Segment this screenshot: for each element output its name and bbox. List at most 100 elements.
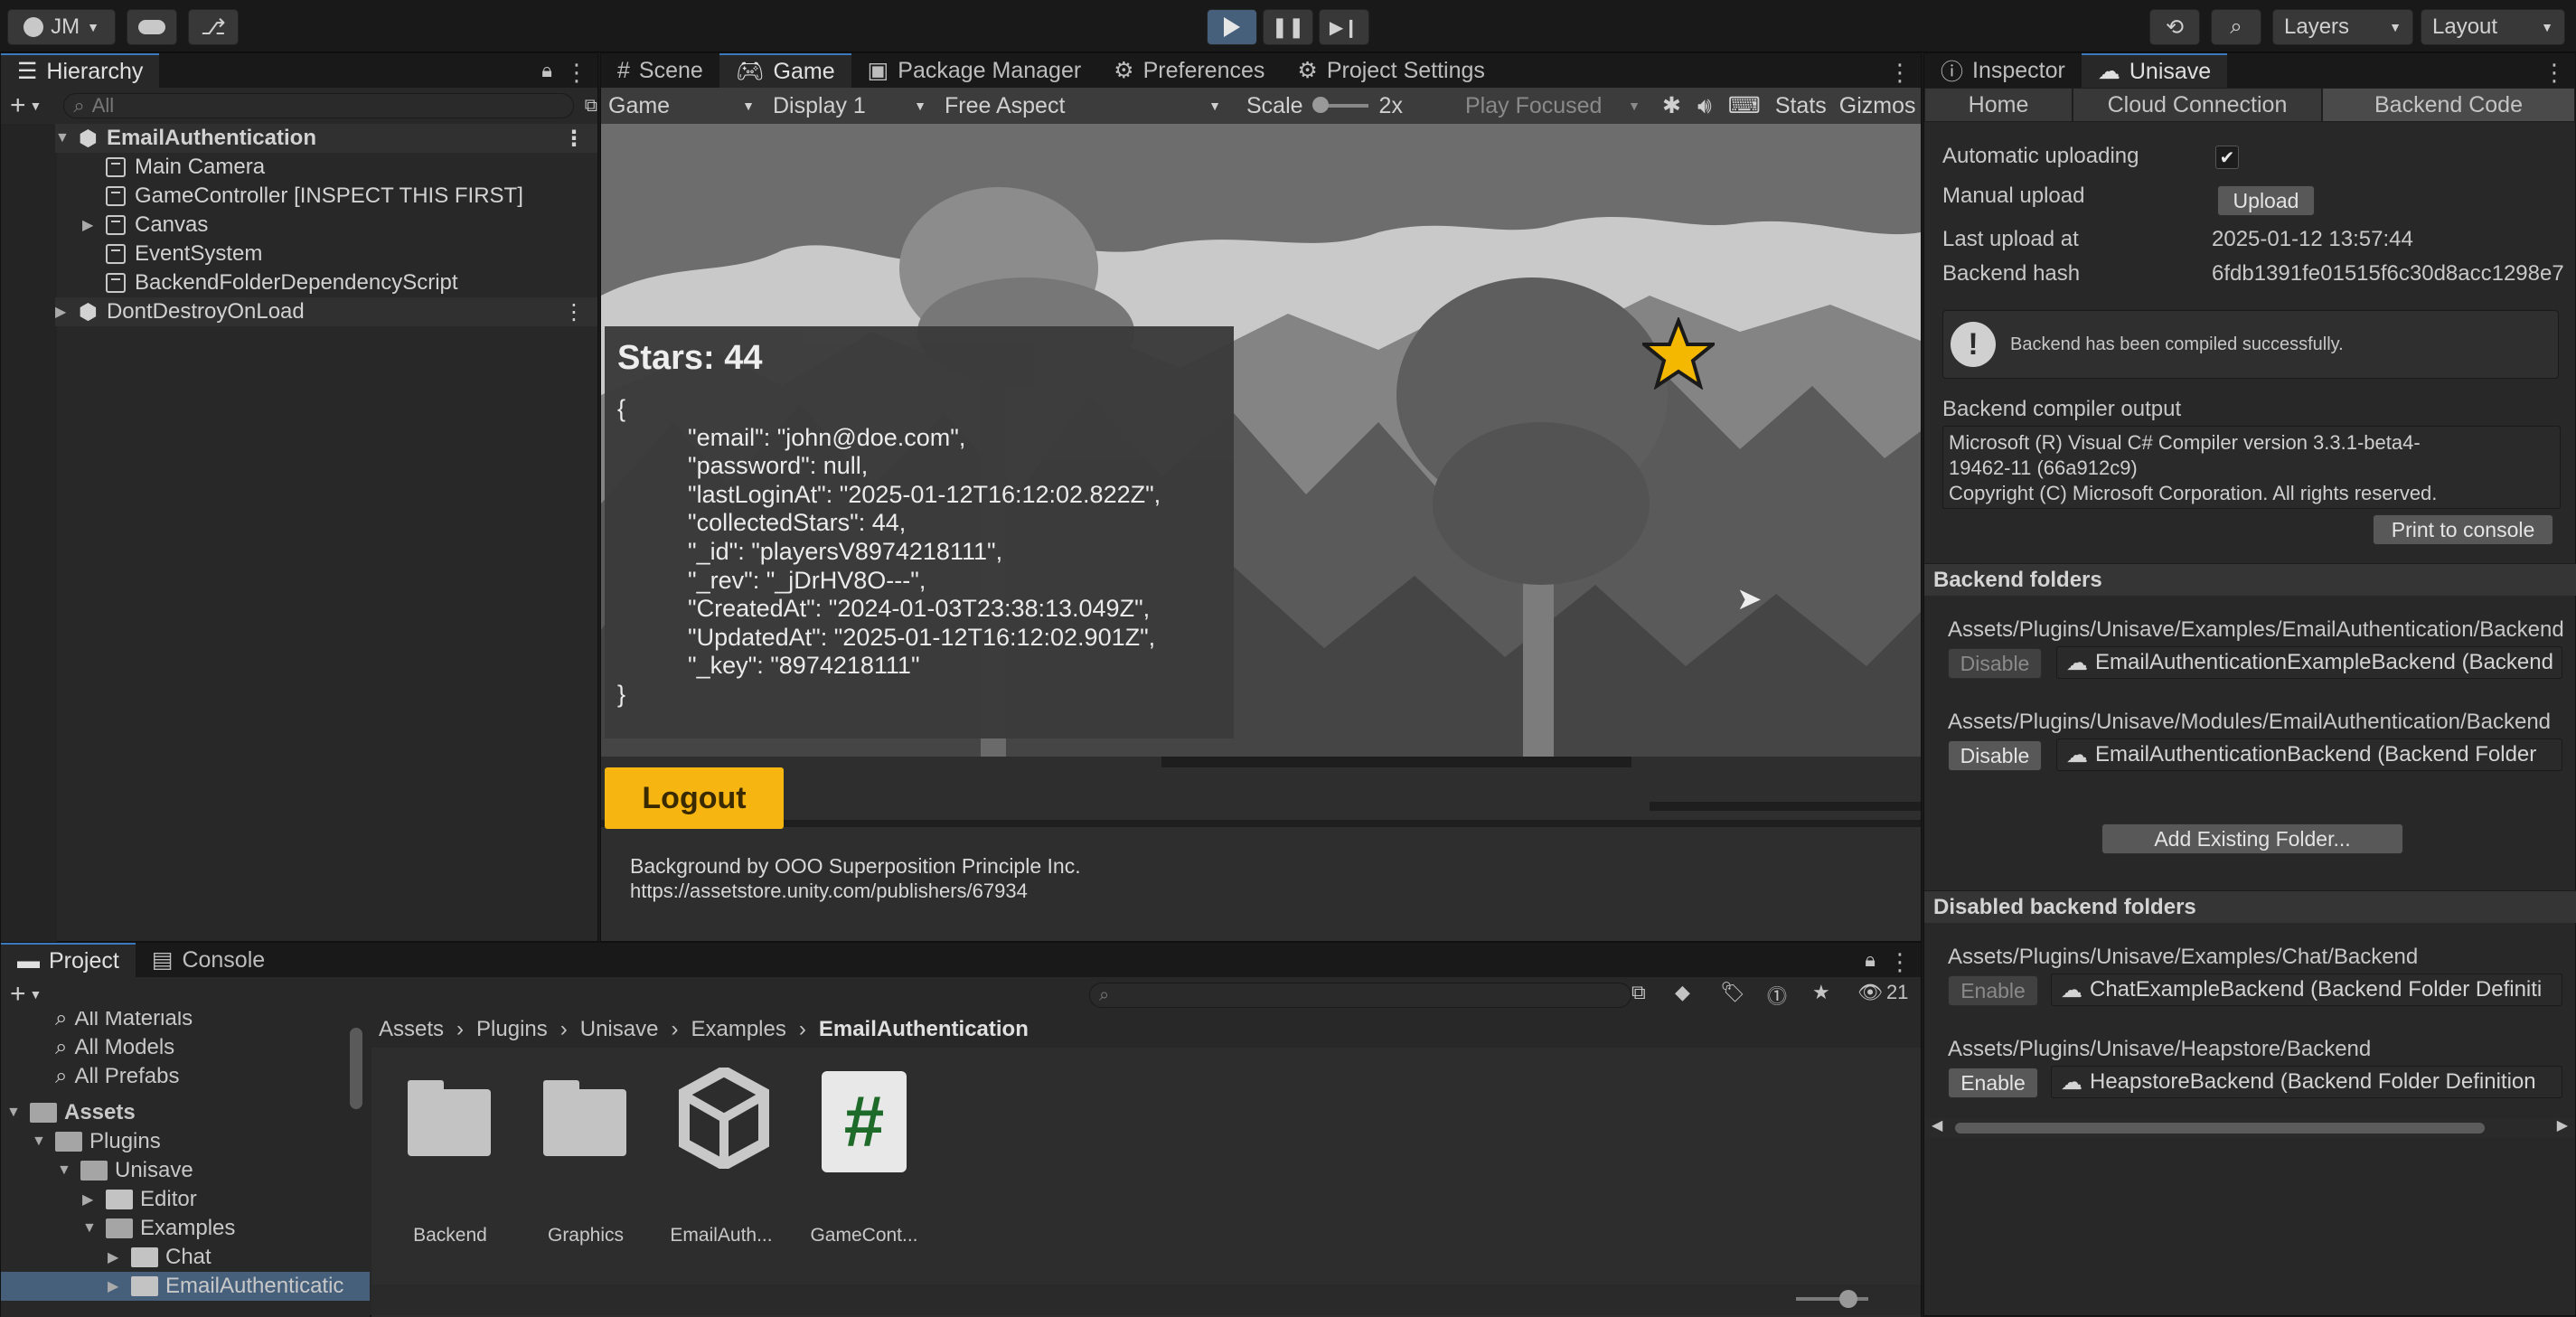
favorite-icon[interactable]: ★ [1812,981,1830,1004]
unisave-tab-home[interactable]: Home [1924,88,2073,122]
disable-button[interactable]: Disable [1948,740,2042,771]
tree-item-emailauthentication[interactable]: ▶ EmailAuthenticatic [1,1272,370,1301]
tree-item-chat[interactable]: ▶ Chat [108,1243,212,1272]
tab-package-manager[interactable]: ▣ Package Manager [851,53,1098,88]
expand-arrow-icon[interactable]: ▼ [82,1220,106,1237]
display-dropdown[interactable]: Display 1 ▼ [764,93,935,119]
tree-item-all-materials[interactable]: ⌕ All Materials [55,1011,193,1033]
hierarchy-item-eventsystem[interactable]: EventSystem [106,240,262,268]
pause-button[interactable]: ❚❚ [1263,9,1313,45]
hierarchy-item-backendfolder[interactable]: BackendFolderDependencyScript [106,268,458,297]
more-icon[interactable]: ⋮ [1888,948,1912,976]
enable-button[interactable]: Enable [1948,975,2038,1006]
upload-button[interactable]: Upload [2217,185,2315,216]
asset-gamecontroller-label[interactable]: GameCont... [805,1225,923,1246]
aspect-dropdown[interactable]: Free Aspect ▼ [935,93,1234,119]
asset-emailauth-label[interactable]: EmailAuth... [663,1225,780,1246]
account-dropdown[interactable]: JM ▼ [7,9,116,45]
tab-unisave[interactable]: ☁ Unisave [2081,53,2228,88]
tab-scene[interactable]: # Scene [601,53,719,88]
step-button[interactable]: ▶❙ [1319,9,1369,45]
lock-icon[interactable]: 🔒︎ [1865,948,1876,972]
tree-item-unisave[interactable]: ▼ Unisave [57,1156,193,1185]
breadcrumb-item[interactable]: Unisave [580,1017,659,1042]
tab-console[interactable]: ▤ Console [136,943,281,977]
expand-arrow-icon[interactable]: ▶ [108,1248,131,1266]
more-icon[interactable]: ⋮ [563,299,585,325]
tab-project[interactable]: ▬ Project [1,943,136,977]
tab-hierarchy[interactable]: ☰ Hierarchy [1,53,160,88]
add-icon[interactable]: + [10,90,26,121]
tree-item-all-prefabs[interactable]: ⌕ All Prefabs [55,1062,180,1091]
expand-arrow-icon[interactable]: ▶ [108,1277,131,1295]
tree-scrollbar-thumb[interactable] [350,1028,362,1109]
project-search-input[interactable]: ⌕ [1089,983,1631,1008]
automatic-uploading-checkbox[interactable]: ✔ [2215,146,2239,169]
backend-folder-object-field[interactable]: ☁ EmailAuthenticationBackend (Backend Fol… [2056,738,2562,771]
bug-icon[interactable]: ✱ [1662,92,1681,119]
filter-type-icon[interactable]: ◆ [1675,981,1690,1004]
scale-thumb[interactable] [1312,97,1329,113]
lock-icon[interactable]: 🔒︎ [541,59,552,82]
layers-dropdown[interactable]: Layers ▼ [2272,9,2413,45]
breadcrumb-item[interactable]: Plugins [476,1017,548,1042]
chevron-right-icon[interactable]: ▶ [2557,1116,2568,1134]
tab-preferences[interactable]: ⚙ Preferences [1097,53,1281,88]
expand-arrow-icon[interactable]: ▶ [55,303,79,321]
tab-project-settings[interactable]: ⚙ Project Settings [1281,53,1501,88]
horizontal-scrollbar[interactable]: ◀ ▶ [1924,1118,2575,1138]
collab-button[interactable]: ⎇ [188,9,239,45]
tree-item-editor[interactable]: ▶ Editor [82,1185,197,1214]
cloud-button[interactable] [127,9,177,45]
breadcrumb-item[interactable]: EmailAuthentication [819,1017,1029,1042]
backend-folder-object-field[interactable]: ☁ EmailAuthenticationExampleBackend (Back… [2056,646,2562,679]
expand-arrow-icon[interactable]: ▶ [82,216,106,234]
more-icon[interactable]: ⋮ [563,126,585,152]
expand-arrow-icon[interactable]: ▶ [82,1190,106,1209]
breadcrumb-item[interactable]: Assets [379,1017,444,1042]
enable-button[interactable]: Enable [1948,1068,2038,1098]
logout-button[interactable]: Logout [605,767,784,829]
more-icon[interactable]: ⋮ [565,59,588,87]
hierarchy-item-canvas[interactable]: ▶ Canvas [82,211,208,240]
hierarchy-item-dontdestroy[interactable]: ▶ ⬢ DontDestroyOnLoad ⋮ [55,297,597,326]
expand-arrow-icon[interactable]: ▼ [55,130,79,146]
tree-item-plugins[interactable]: ▼ Plugins [32,1127,161,1156]
more-icon[interactable]: ⋮ [2543,59,2566,87]
game-mode-dropdown[interactable]: Game ▼ [601,93,764,119]
tab-game[interactable]: 🎮︎ Game [719,53,851,88]
expand-arrow-icon[interactable]: ▼ [57,1162,80,1179]
unisave-tab-backend-code[interactable]: Backend Code [2322,88,2575,122]
hierarchy-item-scene[interactable]: ▼ ⬢ EmailAuthentication ⋮ [55,124,597,153]
disable-button[interactable]: Disable [1948,648,2042,679]
hierarchy-item-main-camera[interactable]: Main Camera [106,153,265,182]
icon-size-thumb[interactable] [1839,1290,1857,1308]
scene-search-icon[interactable]: ⧉ [585,96,597,117]
hierarchy-item-gamecontroller[interactable]: GameController [INSPECT THIS FIRST] [106,182,523,211]
hidden-packages-toggle[interactable]: 👁︎ 21 [1857,981,1908,1004]
tree-item-examples[interactable]: ▼ Examples [82,1214,235,1243]
keyboard-icon[interactable]: ⌨ [1728,92,1761,119]
expand-arrow-icon[interactable]: ▼ [32,1134,55,1150]
gizmos-button[interactable]: Gizmos [1839,93,1916,119]
play-button[interactable] [1207,9,1257,45]
chevron-down-icon[interactable]: ▼ [30,99,42,113]
chevron-left-icon[interactable]: ◀ [1932,1116,1942,1134]
scale-slider[interactable]: Scale 2x [1234,93,1451,119]
label-icon[interactable]: 🏷︎ [1720,981,1745,1004]
play-focused-dropdown[interactable]: Play Focused ▼ [1451,93,1650,119]
scrollbar-thumb[interactable] [1955,1123,2485,1134]
search-scope-icon[interactable]: ⧉ [1631,981,1646,1004]
compiler-output-textarea[interactable]: Microsoft (R) Visual C# Compiler version… [1942,426,2561,509]
tab-inspector[interactable]: ⓘ Inspector [1924,53,2082,88]
game-viewport[interactable]: ➤ Stars: 44 {"email": "john@doe.com", "pa… [601,124,1921,941]
asset-graphics-label[interactable]: Graphics [527,1225,644,1246]
unisave-tab-cloud-connection[interactable]: Cloud Connection [2073,88,2322,122]
hierarchy-search-input[interactable]: ⌕ All [63,93,574,118]
asset-backend-label[interactable]: Backend [391,1225,509,1246]
audio-icon[interactable]: 🔊︎ [1697,93,1712,119]
print-to-console-button[interactable]: Print to console [2373,514,2553,545]
warning-icon[interactable]: ⓵ [1767,981,1787,1010]
more-icon[interactable]: ⋮ [1888,59,1912,87]
tree-item-all-models[interactable]: ⌕ All Models [55,1033,174,1062]
